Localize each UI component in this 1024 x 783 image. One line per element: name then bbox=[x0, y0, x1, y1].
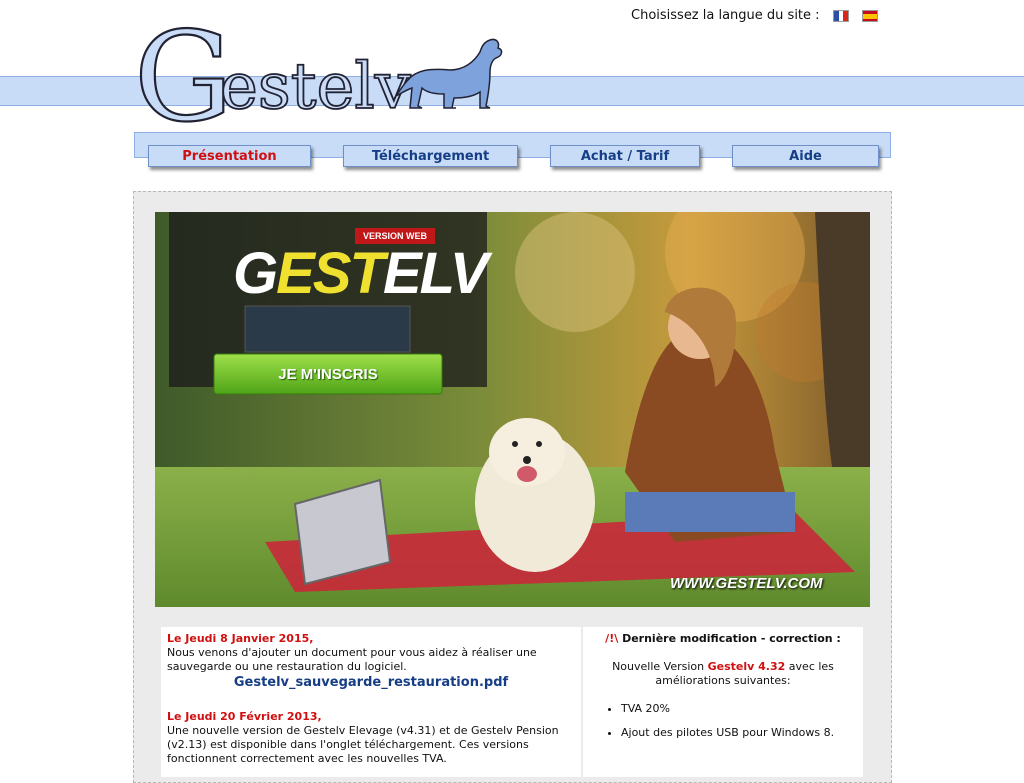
update-column: /!\ Dernière modification - correction :… bbox=[583, 627, 863, 777]
list-item: Ajout des pilotes USB pour Windows 8. bbox=[621, 726, 863, 740]
tab-aide[interactable]: Aide bbox=[732, 145, 879, 167]
banner-product-logo: GESTELV bbox=[233, 241, 489, 306]
dog-logo-icon bbox=[393, 38, 503, 109]
update-title: /!\ Dernière modification - correction : bbox=[605, 632, 841, 645]
tab-presentation[interactable]: Présentation bbox=[148, 145, 311, 167]
news-text: Nous venons d'ajouter un document pour v… bbox=[167, 646, 537, 673]
update-list: TVA 20% Ajout des pilotes USB pour Windo… bbox=[583, 702, 863, 740]
news-column: Le Jeudi 8 Janvier 2015, Nous venons d'a… bbox=[161, 627, 581, 777]
french-flag-icon[interactable] bbox=[833, 10, 849, 22]
logo-text: estelv bbox=[220, 50, 411, 124]
logo-g: G bbox=[134, 8, 233, 132]
promo-banner[interactable]: VERSION WEB GESTELV JE M'INSCRIS WWW.GES… bbox=[155, 212, 870, 607]
banner-website: WWW.GESTELV.COM bbox=[670, 575, 823, 592]
list-item: TVA 20% bbox=[621, 702, 863, 716]
signup-button[interactable]: JE M'INSCRIS bbox=[214, 354, 442, 394]
update-intro: Nouvelle Version Gestelv 4.32 avec les a… bbox=[612, 660, 834, 687]
warning-icon: /!\ bbox=[605, 632, 619, 645]
news-date: Le Jeudi 20 Février 2013, bbox=[167, 710, 322, 723]
tab-achat-tarif[interactable]: Achat / Tarif bbox=[550, 145, 700, 167]
version-label: Gestelv 4.32 bbox=[707, 660, 786, 673]
tab-telechargement[interactable]: Téléchargement bbox=[343, 145, 518, 167]
spanish-flag-icon[interactable] bbox=[862, 10, 878, 22]
pdf-download-link[interactable]: Gestelv_sauvegarde_restauration.pdf bbox=[167, 676, 575, 690]
language-prompt: Choisissez la langue du site : bbox=[631, 8, 820, 23]
site-logo[interactable]: G estelv bbox=[134, 8, 514, 132]
news-date: Le Jeudi 8 Janvier 2015, bbox=[167, 632, 314, 645]
news-text: Une nouvelle version de Gestelv Elevage … bbox=[167, 724, 559, 765]
